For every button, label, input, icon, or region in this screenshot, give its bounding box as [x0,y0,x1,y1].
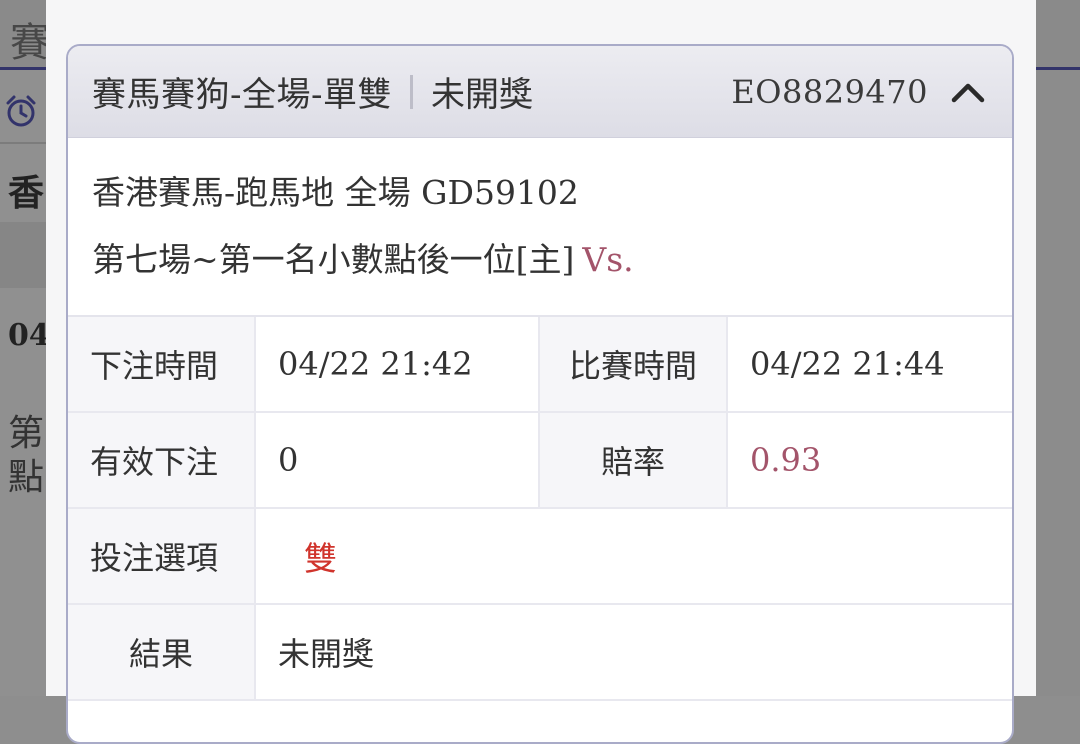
alarm-clock-icon [6,95,36,127]
table-row: 投注選項 雙 [68,509,1012,605]
background-text: 04 [8,318,48,353]
bet-record-card: 賽馬賽狗-全場-單雙 未開獎 EO8829470 香港賽馬-跑馬地 全場 GD5… [66,44,1014,744]
background-right-strip [1034,0,1080,696]
background-band [0,222,46,288]
background-text: 香 [8,172,45,214]
background-left-strip: 賽 香 04 第 點 [0,0,48,696]
odds-label: 賠率 [540,413,728,507]
bet-time-value: 04/22 21:42 [256,317,540,411]
background-tab [1034,0,1080,70]
bet-details-table: 下注時間 04/22 21:42 比賽時間 04/22 21:44 有效下注 0… [68,315,1012,701]
header-divider [409,74,413,109]
bet-option-value: 雙 [304,539,337,578]
table-row: 結果 未開獎 [68,605,1012,701]
card-header[interactable]: 賽馬賽狗-全場-單雙 未開獎 EO8829470 [68,46,1012,138]
valid-bet-label: 有效下注 [68,413,256,507]
result-value: 未開獎 [278,635,375,673]
odds-value: 0.93 [750,441,822,479]
vs-label: Vs. [582,240,634,279]
order-id: EO8829470 [731,72,928,111]
match-time-value: 04/22 21:44 [750,345,945,383]
market-description: 第七場~第一名小數點後一位[主] [92,240,575,279]
background-divider [0,142,46,144]
bet-time-label: 下注時間 [68,317,256,411]
bet-option-label: 投注選項 [68,509,256,603]
valid-bet-value: 0 [256,413,540,507]
chevron-up-icon[interactable] [946,70,990,114]
background-text: 點 [8,457,45,498]
settlement-status: 未開獎 [430,75,533,115]
background-tab: 賽 [0,0,46,70]
bet-type-title: 賽馬賽狗-全場-單雙 [92,75,392,115]
table-row: 有效下注 0 賠率 0.93 [68,413,1012,509]
bet-detail-sheet: 賽馬賽狗-全場-單雙 未開獎 EO8829470 香港賽馬-跑馬地 全場 GD5… [46,0,1036,744]
event-info: 香港賽馬-跑馬地 全場 GD59102 第七場~第一名小數點後一位[主] Vs. [68,138,1012,315]
event-name: 香港賽馬-跑馬地 全場 GD59102 [92,173,579,212]
event-market: 第七場~第一名小數點後一位[主] Vs. [92,228,988,292]
result-label: 結果 [68,605,256,699]
table-row: 下注時間 04/22 21:42 比賽時間 04/22 21:44 [68,317,1012,413]
match-time-label: 比賽時間 [540,317,728,411]
